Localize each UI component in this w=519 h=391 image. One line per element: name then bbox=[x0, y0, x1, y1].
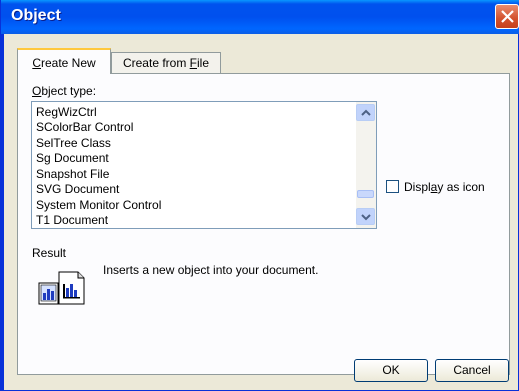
tab-create-from-file-label: Create from File bbox=[122, 56, 210, 70]
list-item[interactable]: RegWizCtrl bbox=[36, 105, 97, 119]
chevron-down-icon bbox=[361, 214, 371, 221]
window-left-border bbox=[1, 34, 4, 391]
tab-create-from-file[interactable]: Create from File bbox=[111, 52, 221, 74]
list-item[interactable]: System Monitor Control bbox=[36, 198, 161, 212]
tab-create-new[interactable]: Create New bbox=[17, 48, 111, 74]
list-item[interactable]: SColorBar Control bbox=[36, 120, 133, 134]
window-title: Object bbox=[11, 7, 61, 24]
object-type-label: Object type: bbox=[32, 84, 97, 98]
scroll-thumb[interactable] bbox=[357, 190, 374, 198]
title-bar[interactable]: Object bbox=[1, 0, 519, 34]
list-item[interactable]: SelTree Class bbox=[36, 136, 111, 150]
list-item[interactable]: Snapshot File bbox=[36, 167, 109, 181]
chevron-up-icon bbox=[361, 109, 371, 116]
document-chart-icon bbox=[38, 271, 92, 309]
close-button[interactable] bbox=[495, 4, 519, 29]
result-description: Inserts a new object into your document. bbox=[103, 263, 319, 277]
tab-create-new-label: Create New bbox=[32, 56, 96, 70]
cancel-button[interactable]: Cancel bbox=[435, 359, 509, 382]
scroll-up-button[interactable] bbox=[356, 104, 375, 121]
list-item[interactable]: SVG Document bbox=[36, 182, 119, 196]
object-type-list[interactable]: RegWizCtrl SColorBar Control SelTree Cla… bbox=[31, 101, 377, 229]
list-item[interactable]: T1 Document bbox=[36, 213, 108, 227]
list-scrollbar[interactable] bbox=[356, 102, 376, 228]
display-as-icon-checkbox[interactable] bbox=[386, 180, 399, 193]
display-as-icon-label[interactable]: Display as icon bbox=[404, 180, 485, 194]
result-label: Result bbox=[32, 246, 67, 260]
ok-button[interactable]: OK bbox=[354, 359, 428, 382]
object-dialog: Object Create New Create from File Objec… bbox=[0, 0, 519, 391]
close-icon bbox=[501, 10, 514, 23]
scroll-down-button[interactable] bbox=[356, 208, 375, 225]
list-item[interactable]: Sg Document bbox=[36, 151, 109, 165]
